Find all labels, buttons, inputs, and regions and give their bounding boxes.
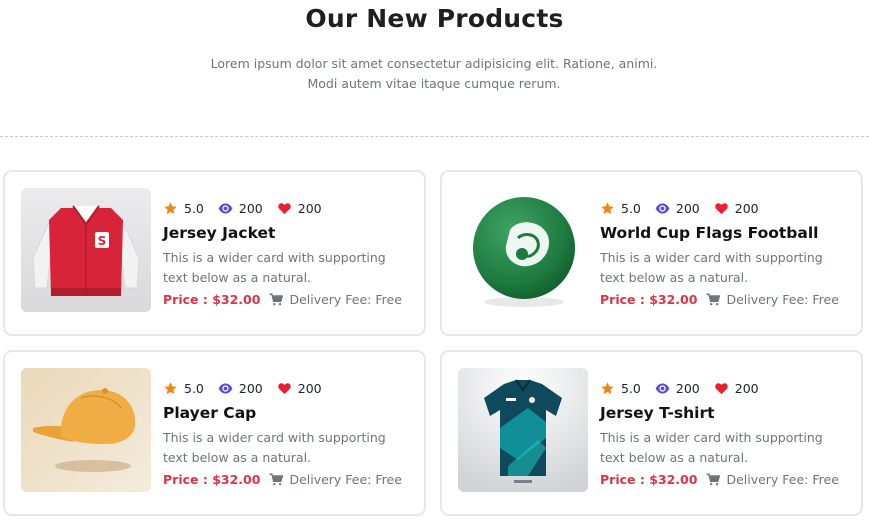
product-price: Price : $32.00 xyxy=(600,472,698,487)
product-card-world-cup-football[interactable]: 5.0 200 200 World Cup Flags Football Thi… xyxy=(440,170,863,336)
cart-icon[interactable] xyxy=(269,473,284,486)
eye-icon xyxy=(218,383,233,393)
views-count: 200 xyxy=(675,200,700,216)
product-description: This is a wider card with supporting tex… xyxy=(600,430,823,465)
product-name[interactable]: Jersey Jacket xyxy=(163,224,275,242)
section-title: Our New Products xyxy=(305,4,564,33)
eye-icon xyxy=(655,203,670,213)
product-card-player-cap[interactable]: 5.0 200 200 Player Cap This is a wider c… xyxy=(3,350,426,516)
likes-count: 200 xyxy=(297,200,322,216)
product-description: This is a wider card with supporting tex… xyxy=(163,250,386,285)
star-icon xyxy=(601,381,614,394)
likes-count: 200 xyxy=(734,380,759,396)
rating-value: 5.0 xyxy=(184,200,204,216)
rating-value: 5.0 xyxy=(621,380,641,396)
section-divider xyxy=(0,136,869,137)
product-description: This is a wider card with supporting tex… xyxy=(600,250,823,285)
cart-icon[interactable] xyxy=(269,293,284,306)
star-icon xyxy=(164,381,177,394)
star-icon xyxy=(601,201,614,214)
product-image-world-cup-football[interactable] xyxy=(458,188,588,312)
rating-value: 5.0 xyxy=(621,200,641,216)
section-subtitle: Lorem ipsum dolor sit amet consectetur a… xyxy=(210,56,658,91)
eye-icon xyxy=(655,383,670,393)
product-card-jersey-jacket[interactable]: S 5.0 200 200 Jersey Jacket This is a wi… xyxy=(3,170,426,336)
likes-count: 200 xyxy=(734,200,759,216)
cart-icon[interactable] xyxy=(706,293,721,306)
star-icon xyxy=(164,201,177,214)
eye-icon xyxy=(218,203,233,213)
rating-value: 5.0 xyxy=(184,380,204,396)
heart-icon[interactable] xyxy=(714,381,729,396)
product-price: Price : $32.00 xyxy=(600,292,698,307)
delivery-fee: Delivery Fee: Free xyxy=(289,292,402,307)
heart-icon[interactable] xyxy=(277,381,292,396)
svg-text:S: S xyxy=(98,234,107,248)
product-name[interactable]: World Cup Flags Football xyxy=(600,224,818,242)
views-count: 200 xyxy=(675,380,700,396)
product-name[interactable]: Player Cap xyxy=(163,404,256,422)
product-card-jersey-tshirt[interactable]: 5.0 200 200 Jersey T-shirt This is a wid… xyxy=(440,350,863,516)
delivery-fee: Delivery Fee: Free xyxy=(726,292,839,307)
likes-count: 200 xyxy=(297,380,322,396)
delivery-fee: Delivery Fee: Free xyxy=(726,472,839,487)
product-name[interactable]: Jersey T-shirt xyxy=(600,404,715,422)
delivery-fee: Delivery Fee: Free xyxy=(289,472,402,487)
product-price: Price : $32.00 xyxy=(163,292,261,307)
product-image-player-cap[interactable] xyxy=(21,368,151,492)
product-image-jersey-jacket[interactable]: S xyxy=(21,188,151,312)
views-count: 200 xyxy=(238,200,263,216)
heart-icon[interactable] xyxy=(277,201,292,216)
product-price: Price : $32.00 xyxy=(163,472,261,487)
product-image-jersey-tshirt[interactable] xyxy=(458,368,588,492)
cart-icon[interactable] xyxy=(706,473,721,486)
views-count: 200 xyxy=(238,380,263,396)
product-description: This is a wider card with supporting tex… xyxy=(163,430,386,465)
heart-icon[interactable] xyxy=(714,201,729,216)
